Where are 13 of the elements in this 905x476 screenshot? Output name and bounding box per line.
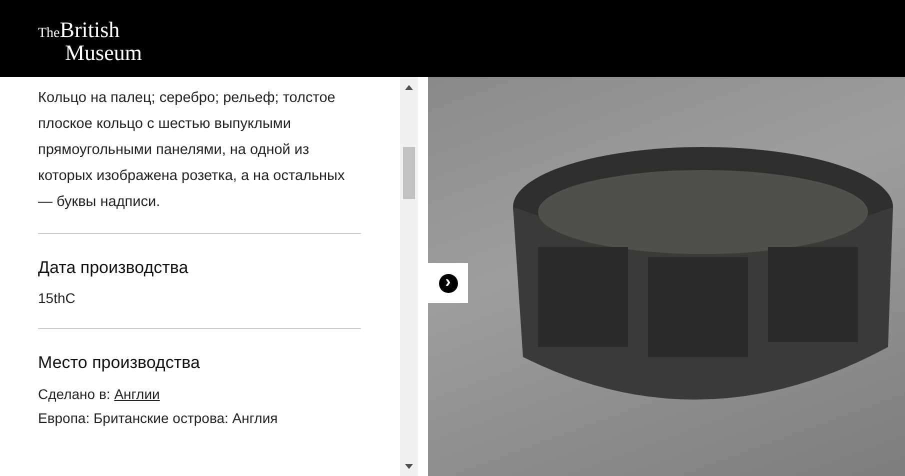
description-text: Кольцо на палец; серебро; рельеф; толстое плоское кольцо с шестью выпуклыми прямоугольными панелями, на одной из которых изображена розетка, а на остальных — буквы надписи. (38, 89, 346, 212)
scrollbar-thumb[interactable] (403, 147, 415, 199)
detail-text: Сделано в: Англии (38, 384, 161, 404)
scroll-down-icon[interactable] (404, 464, 414, 470)
museum-logo[interactable]: TheBritish Museum (38, 20, 142, 62)
next-image-button[interactable]: › (428, 263, 468, 303)
section-heading: Дата производства (38, 258, 190, 278)
detail-text: 15thC (38, 289, 76, 308)
detail-text: Европа: Британские острова: Англия (38, 408, 279, 428)
scroll-up-icon[interactable] (404, 84, 414, 90)
scrollbar[interactable] (400, 77, 418, 476)
section-heading: Место производства (38, 353, 201, 374)
place-link[interactable]: Англии (114, 386, 160, 402)
